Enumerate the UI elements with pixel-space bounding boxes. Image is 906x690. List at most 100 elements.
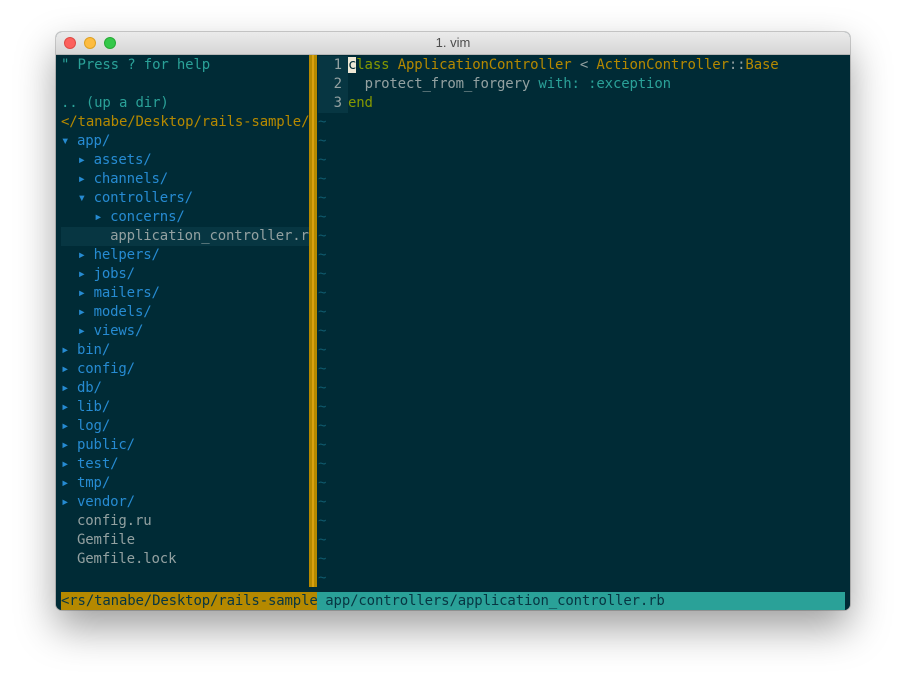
- collapsed-arrow-icon[interactable]: ▸: [61, 493, 77, 512]
- scope-operator: ::: [728, 57, 746, 73]
- empty-line-tilde: ~: [318, 513, 327, 529]
- tree-entry-name: Gemfile.lock: [77, 551, 177, 567]
- tree-directory[interactable]: ▸ concerns/: [61, 208, 309, 227]
- tree-entry-name: channels/: [93, 171, 169, 187]
- empty-line-tilde: ~: [318, 209, 327, 225]
- tree-directory[interactable]: ▸ models/: [61, 303, 309, 322]
- empty-line-tilde: ~: [318, 475, 327, 491]
- tree-file[interactable]: Gemfile: [61, 531, 309, 550]
- expanded-arrow-icon[interactable]: ▾: [61, 132, 77, 151]
- symbol-value: :exception: [588, 76, 671, 92]
- collapsed-arrow-icon[interactable]: ▸: [61, 474, 77, 493]
- tree-directory[interactable]: ▸ vendor/: [61, 493, 309, 512]
- inherit-operator: <: [571, 57, 597, 73]
- parent-namespace: ActionController: [596, 57, 729, 73]
- empty-line-tilde: ~: [318, 399, 327, 415]
- tree-entry-name: application_controller.rb: [110, 228, 309, 244]
- tree-directory[interactable]: ▾ controllers/: [61, 189, 309, 208]
- empty-line-tilde: ~: [318, 228, 327, 244]
- title-bar: 1. vim: [56, 32, 850, 55]
- collapsed-arrow-icon[interactable]: ▸: [61, 455, 77, 474]
- line-number: 2: [333, 76, 342, 92]
- tree-directory[interactable]: ▸ views/: [61, 322, 309, 341]
- collapsed-arrow-icon[interactable]: ▸: [78, 151, 94, 170]
- empty-line-tilde: ~: [318, 418, 327, 434]
- tree-entry-name: tmp/: [77, 475, 111, 491]
- collapsed-arrow-icon[interactable]: ▸: [78, 170, 94, 189]
- empty-line-tilde: ~: [318, 114, 327, 130]
- tree-entry-name: vendor/: [77, 494, 135, 510]
- empty-line-tilde: ~: [318, 494, 327, 510]
- tree-entry-name: jobs/: [93, 266, 136, 282]
- tree-entry-name: controllers/: [93, 190, 194, 206]
- tree-directory[interactable]: ▾ app/: [61, 132, 309, 151]
- collapsed-arrow-icon[interactable]: ▸: [78, 322, 94, 341]
- tree-entry-name: log/: [77, 418, 111, 434]
- keyword-end: end: [348, 95, 373, 111]
- collapsed-arrow-icon[interactable]: ▸: [61, 341, 77, 360]
- tree-directory[interactable]: ▸ helpers/: [61, 246, 309, 265]
- vertical-split-separator[interactable]: [309, 55, 317, 587]
- tree-file[interactable]: application_controller.rb: [61, 227, 309, 246]
- tree-root-path[interactable]: </tanabe/Desktop/rails-sample/: [61, 113, 309, 132]
- vim-terminal[interactable]: " Press ? for help .. (up a dir) </tanab…: [56, 55, 850, 610]
- tree-directory[interactable]: ▸ assets/: [61, 151, 309, 170]
- editor-statusline: app/controllers/application_controller.r…: [317, 592, 845, 610]
- tree-entry-name: db/: [77, 380, 102, 396]
- tree-entry-name: app/: [77, 133, 111, 149]
- tree-directory[interactable]: ▸ test/: [61, 455, 309, 474]
- empty-line-tilde: ~: [318, 266, 327, 282]
- tree-entry-name: concerns/: [110, 209, 185, 225]
- collapsed-arrow-icon[interactable]: ▸: [78, 284, 94, 303]
- empty-line-tilde: ~: [318, 551, 327, 567]
- collapsed-arrow-icon[interactable]: ▸: [78, 303, 94, 322]
- tree-up-dir[interactable]: .. (up a dir): [61, 94, 309, 113]
- tree-directory[interactable]: ▸ tmp/: [61, 474, 309, 493]
- collapsed-arrow-icon[interactable]: ▸: [94, 208, 110, 227]
- tree-directory[interactable]: ▸ mailers/: [61, 284, 309, 303]
- empty-line-tilde: ~: [318, 342, 327, 358]
- empty-line-tilde: ~: [318, 171, 327, 187]
- tree-directory[interactable]: ▸ lib/: [61, 398, 309, 417]
- tree-directory[interactable]: ▸ log/: [61, 417, 309, 436]
- empty-line-tilde: ~: [318, 152, 327, 168]
- empty-line-tilde: ~: [318, 285, 327, 301]
- collapsed-arrow-icon[interactable]: ▸: [61, 417, 77, 436]
- tree-directory[interactable]: ▸ config/: [61, 360, 309, 379]
- tree-directory[interactable]: ▸ jobs/: [61, 265, 309, 284]
- expanded-arrow-icon[interactable]: ▾: [78, 189, 94, 208]
- collapsed-arrow-icon[interactable]: ▸: [61, 398, 77, 417]
- tree-file[interactable]: config.ru: [61, 512, 309, 531]
- code-line-3[interactable]: end: [348, 94, 373, 113]
- collapsed-arrow-icon[interactable]: ▸: [61, 360, 77, 379]
- tree-file[interactable]: Gemfile.lock: [61, 550, 309, 569]
- code-line-2[interactable]: protect_from_forgery with: :exception: [348, 75, 671, 94]
- parent-class: Base: [745, 57, 779, 73]
- tree-directory[interactable]: ▸ public/: [61, 436, 309, 455]
- line-number: 3: [333, 95, 342, 111]
- tree-entry-name: models/: [93, 304, 152, 320]
- collapsed-arrow-icon[interactable]: ▸: [61, 436, 77, 455]
- tree-directory[interactable]: ▸ channels/: [61, 170, 309, 189]
- tree-entry-name: assets/: [93, 152, 152, 168]
- code-line-1[interactable]: class ApplicationController < ActionCont…: [348, 56, 779, 75]
- empty-line-tilde: ~: [318, 361, 327, 377]
- tree-entry-name: mailers/: [93, 285, 160, 301]
- tree-directory[interactable]: ▸ db/: [61, 379, 309, 398]
- tree-entry-name: config/: [77, 361, 135, 377]
- collapsed-arrow-icon[interactable]: ▸: [61, 379, 77, 398]
- hash-key: with:: [538, 76, 580, 92]
- collapsed-arrow-icon[interactable]: ▸: [78, 246, 94, 265]
- nerdtree-statusline: <rs/tanabe/Desktop/rails-sample: [61, 592, 317, 610]
- empty-line-tilde: ~: [318, 456, 327, 472]
- empty-line-tilde: ~: [318, 437, 327, 453]
- tree-directory[interactable]: ▸ bin/: [61, 341, 309, 360]
- collapsed-arrow-icon[interactable]: ▸: [78, 265, 94, 284]
